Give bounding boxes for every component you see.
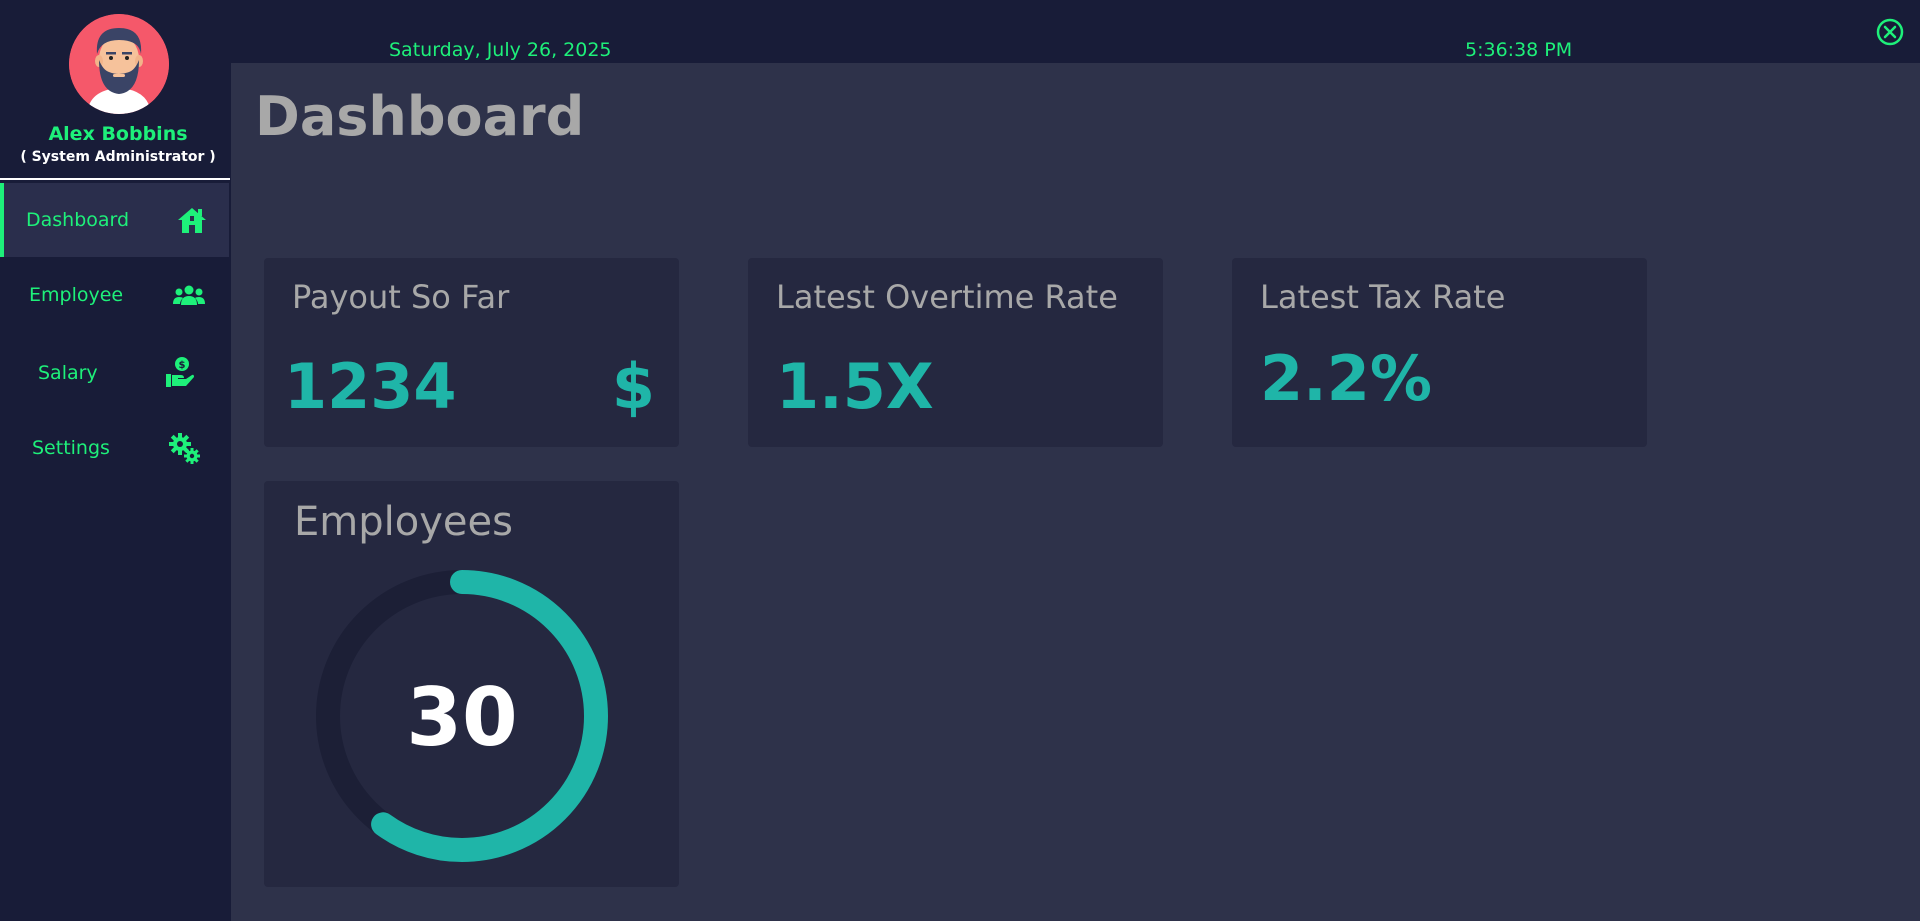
- salary-hand-icon: $: [165, 356, 195, 392]
- close-button[interactable]: [1875, 17, 1905, 47]
- payout-card: Payout So Far 1234 $: [264, 258, 679, 447]
- close-icon: [1876, 18, 1904, 46]
- tax-value: 2.2%: [1260, 342, 1432, 415]
- sidebar-item-employee[interactable]: Employee: [0, 258, 229, 332]
- sidebar-divider: [0, 178, 230, 180]
- user-name: Alex Bobbins: [48, 123, 188, 145]
- sidebar-item-label: Employee: [29, 284, 124, 306]
- card-title: Latest Tax Rate: [1260, 278, 1506, 316]
- avatar: [69, 14, 169, 114]
- currency-symbol: $: [611, 350, 655, 423]
- overtime-value: 1.5X: [776, 350, 934, 423]
- sidebar-item-label: Dashboard: [26, 209, 130, 231]
- current-date: Saturday, July 26, 2025: [389, 39, 612, 61]
- employees-card: Employees 30: [264, 481, 679, 887]
- card-title: Payout So Far: [292, 278, 510, 316]
- payout-value: 1234: [284, 350, 457, 423]
- home-icon: [176, 206, 208, 238]
- sidebar-item-label: Salary: [38, 362, 98, 384]
- sidebar-item-dashboard[interactable]: Dashboard: [0, 183, 229, 257]
- sidebar: Alex Bobbins ( System Administrator ) Da…: [0, 0, 230, 921]
- card-title: Employees: [294, 499, 513, 545]
- sidebar-item-label: Settings: [32, 437, 110, 459]
- page-title: Dashboard: [255, 85, 585, 148]
- svg-text:$: $: [179, 360, 186, 371]
- gears-icon: [169, 433, 201, 469]
- employee-count: 30: [406, 671, 518, 764]
- sidebar-item-settings[interactable]: Settings: [0, 411, 229, 485]
- current-time: 5:36:38 PM: [1465, 39, 1573, 61]
- avatar-image: [69, 14, 169, 114]
- tax-card: Latest Tax Rate 2.2%: [1232, 258, 1647, 447]
- user-role: ( System Administrator ): [20, 149, 216, 165]
- users-icon: [173, 285, 205, 311]
- card-title: Latest Overtime Rate: [776, 278, 1118, 316]
- main-content: Dashboard Payout So Far 1234 $ Latest Ov…: [231, 63, 1920, 921]
- sidebar-item-salary[interactable]: Salary $: [0, 336, 229, 410]
- overtime-card: Latest Overtime Rate 1.5X: [748, 258, 1163, 447]
- employees-gauge: 30: [316, 569, 616, 869]
